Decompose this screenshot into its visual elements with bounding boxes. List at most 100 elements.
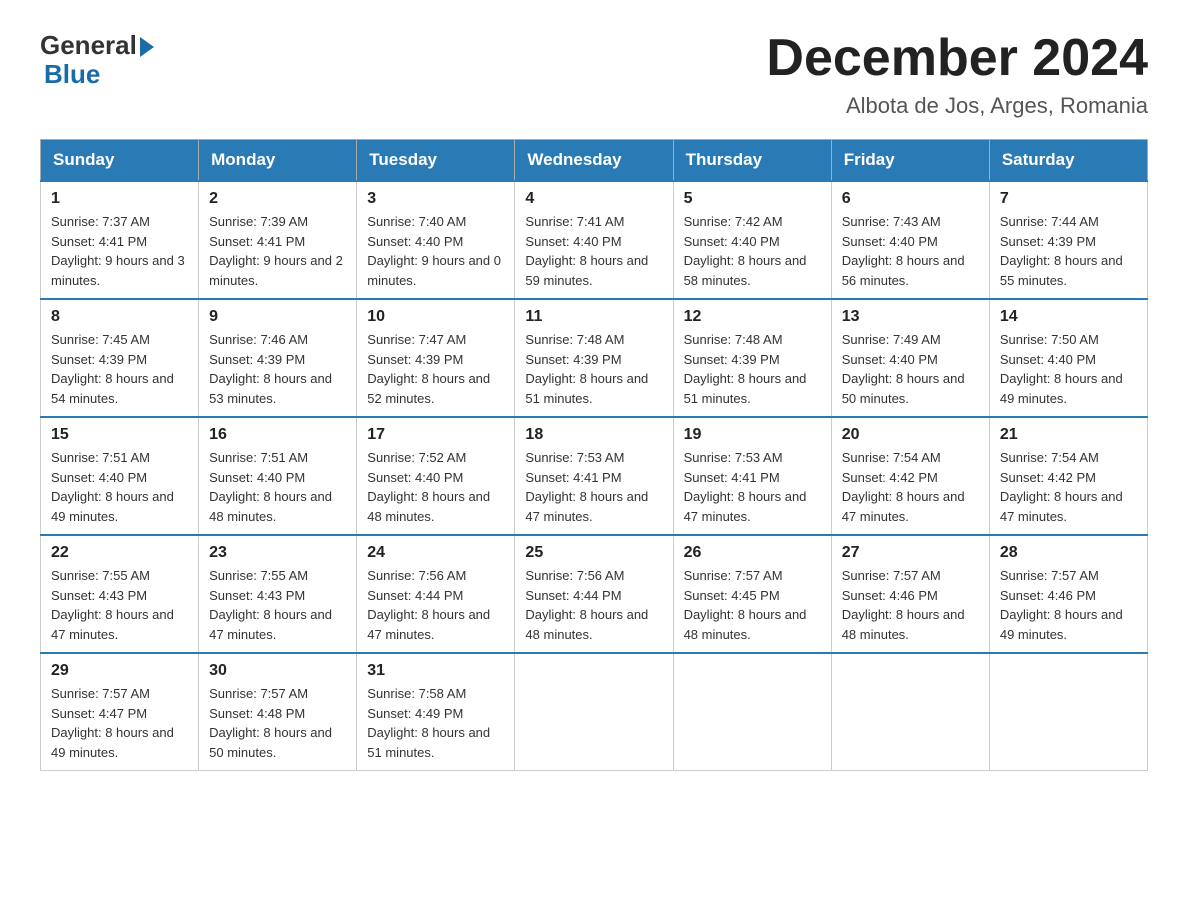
title-block: December 2024 Albota de Jos, Arges, Roma… — [766, 30, 1148, 119]
table-row: 8 Sunrise: 7:45 AM Sunset: 4:39 PM Dayli… — [41, 299, 199, 417]
logo-blue-text: Blue — [44, 59, 100, 90]
table-row: 10 Sunrise: 7:47 AM Sunset: 4:39 PM Dayl… — [357, 299, 515, 417]
day-number: 28 — [1000, 544, 1137, 562]
table-row — [831, 653, 989, 771]
table-row: 5 Sunrise: 7:42 AM Sunset: 4:40 PM Dayli… — [673, 181, 831, 299]
calendar-table: Sunday Monday Tuesday Wednesday Thursday… — [40, 139, 1148, 771]
day-number: 10 — [367, 308, 504, 326]
col-thursday: Thursday — [673, 140, 831, 182]
day-info: Sunrise: 7:45 AM Sunset: 4:39 PM Dayligh… — [51, 330, 188, 408]
day-number: 16 — [209, 426, 346, 444]
col-monday: Monday — [199, 140, 357, 182]
day-number: 25 — [525, 544, 662, 562]
day-info: Sunrise: 7:51 AM Sunset: 4:40 PM Dayligh… — [51, 448, 188, 526]
day-info: Sunrise: 7:57 AM Sunset: 4:46 PM Dayligh… — [1000, 566, 1137, 644]
day-number: 4 — [525, 190, 662, 208]
table-row — [673, 653, 831, 771]
day-number: 26 — [684, 544, 821, 562]
day-info: Sunrise: 7:53 AM Sunset: 4:41 PM Dayligh… — [684, 448, 821, 526]
table-row: 1 Sunrise: 7:37 AM Sunset: 4:41 PM Dayli… — [41, 181, 199, 299]
day-number: 8 — [51, 308, 188, 326]
day-number: 29 — [51, 662, 188, 680]
table-row — [515, 653, 673, 771]
page-header: General Blue December 2024 Albota de Jos… — [40, 30, 1148, 119]
day-info: Sunrise: 7:42 AM Sunset: 4:40 PM Dayligh… — [684, 212, 821, 290]
calendar-week-row: 1 Sunrise: 7:37 AM Sunset: 4:41 PM Dayli… — [41, 181, 1148, 299]
table-row: 13 Sunrise: 7:49 AM Sunset: 4:40 PM Dayl… — [831, 299, 989, 417]
day-info: Sunrise: 7:58 AM Sunset: 4:49 PM Dayligh… — [367, 684, 504, 762]
day-number: 22 — [51, 544, 188, 562]
day-number: 9 — [209, 308, 346, 326]
logo: General Blue — [40, 30, 154, 90]
table-row: 24 Sunrise: 7:56 AM Sunset: 4:44 PM Dayl… — [357, 535, 515, 653]
day-info: Sunrise: 7:51 AM Sunset: 4:40 PM Dayligh… — [209, 448, 346, 526]
day-number: 21 — [1000, 426, 1137, 444]
day-number: 31 — [367, 662, 504, 680]
col-friday: Friday — [831, 140, 989, 182]
table-row: 31 Sunrise: 7:58 AM Sunset: 4:49 PM Dayl… — [357, 653, 515, 771]
table-row: 7 Sunrise: 7:44 AM Sunset: 4:39 PM Dayli… — [989, 181, 1147, 299]
day-number: 23 — [209, 544, 346, 562]
day-number: 1 — [51, 190, 188, 208]
col-saturday: Saturday — [989, 140, 1147, 182]
table-row: 26 Sunrise: 7:57 AM Sunset: 4:45 PM Dayl… — [673, 535, 831, 653]
day-number: 12 — [684, 308, 821, 326]
day-info: Sunrise: 7:55 AM Sunset: 4:43 PM Dayligh… — [209, 566, 346, 644]
table-row: 16 Sunrise: 7:51 AM Sunset: 4:40 PM Dayl… — [199, 417, 357, 535]
day-number: 20 — [842, 426, 979, 444]
table-row: 18 Sunrise: 7:53 AM Sunset: 4:41 PM Dayl… — [515, 417, 673, 535]
day-info: Sunrise: 7:57 AM Sunset: 4:48 PM Dayligh… — [209, 684, 346, 762]
calendar-week-row: 8 Sunrise: 7:45 AM Sunset: 4:39 PM Dayli… — [41, 299, 1148, 417]
day-info: Sunrise: 7:39 AM Sunset: 4:41 PM Dayligh… — [209, 212, 346, 290]
day-info: Sunrise: 7:46 AM Sunset: 4:39 PM Dayligh… — [209, 330, 346, 408]
day-number: 3 — [367, 190, 504, 208]
day-info: Sunrise: 7:43 AM Sunset: 4:40 PM Dayligh… — [842, 212, 979, 290]
day-number: 11 — [525, 308, 662, 326]
day-number: 19 — [684, 426, 821, 444]
table-row: 19 Sunrise: 7:53 AM Sunset: 4:41 PM Dayl… — [673, 417, 831, 535]
logo-arrow-icon — [140, 37, 154, 57]
location-text: Albota de Jos, Arges, Romania — [766, 93, 1148, 119]
day-info: Sunrise: 7:48 AM Sunset: 4:39 PM Dayligh… — [525, 330, 662, 408]
day-info: Sunrise: 7:56 AM Sunset: 4:44 PM Dayligh… — [367, 566, 504, 644]
table-row: 29 Sunrise: 7:57 AM Sunset: 4:47 PM Dayl… — [41, 653, 199, 771]
table-row — [989, 653, 1147, 771]
day-info: Sunrise: 7:57 AM Sunset: 4:45 PM Dayligh… — [684, 566, 821, 644]
day-number: 6 — [842, 190, 979, 208]
table-row: 3 Sunrise: 7:40 AM Sunset: 4:40 PM Dayli… — [357, 181, 515, 299]
col-tuesday: Tuesday — [357, 140, 515, 182]
day-number: 13 — [842, 308, 979, 326]
table-row: 20 Sunrise: 7:54 AM Sunset: 4:42 PM Dayl… — [831, 417, 989, 535]
table-row: 17 Sunrise: 7:52 AM Sunset: 4:40 PM Dayl… — [357, 417, 515, 535]
day-number: 14 — [1000, 308, 1137, 326]
day-info: Sunrise: 7:57 AM Sunset: 4:47 PM Dayligh… — [51, 684, 188, 762]
day-info: Sunrise: 7:54 AM Sunset: 4:42 PM Dayligh… — [1000, 448, 1137, 526]
day-info: Sunrise: 7:49 AM Sunset: 4:40 PM Dayligh… — [842, 330, 979, 408]
day-number: 27 — [842, 544, 979, 562]
day-info: Sunrise: 7:48 AM Sunset: 4:39 PM Dayligh… — [684, 330, 821, 408]
day-info: Sunrise: 7:53 AM Sunset: 4:41 PM Dayligh… — [525, 448, 662, 526]
day-info: Sunrise: 7:50 AM Sunset: 4:40 PM Dayligh… — [1000, 330, 1137, 408]
calendar-week-row: 15 Sunrise: 7:51 AM Sunset: 4:40 PM Dayl… — [41, 417, 1148, 535]
table-row: 22 Sunrise: 7:55 AM Sunset: 4:43 PM Dayl… — [41, 535, 199, 653]
day-info: Sunrise: 7:41 AM Sunset: 4:40 PM Dayligh… — [525, 212, 662, 290]
day-number: 5 — [684, 190, 821, 208]
day-info: Sunrise: 7:47 AM Sunset: 4:39 PM Dayligh… — [367, 330, 504, 408]
day-info: Sunrise: 7:52 AM Sunset: 4:40 PM Dayligh… — [367, 448, 504, 526]
day-number: 18 — [525, 426, 662, 444]
table-row: 30 Sunrise: 7:57 AM Sunset: 4:48 PM Dayl… — [199, 653, 357, 771]
day-number: 17 — [367, 426, 504, 444]
day-info: Sunrise: 7:57 AM Sunset: 4:46 PM Dayligh… — [842, 566, 979, 644]
table-row: 6 Sunrise: 7:43 AM Sunset: 4:40 PM Dayli… — [831, 181, 989, 299]
calendar-week-row: 22 Sunrise: 7:55 AM Sunset: 4:43 PM Dayl… — [41, 535, 1148, 653]
day-number: 24 — [367, 544, 504, 562]
table-row: 21 Sunrise: 7:54 AM Sunset: 4:42 PM Dayl… — [989, 417, 1147, 535]
table-row: 15 Sunrise: 7:51 AM Sunset: 4:40 PM Dayl… — [41, 417, 199, 535]
day-info: Sunrise: 7:55 AM Sunset: 4:43 PM Dayligh… — [51, 566, 188, 644]
day-number: 7 — [1000, 190, 1137, 208]
day-number: 30 — [209, 662, 346, 680]
table-row: 9 Sunrise: 7:46 AM Sunset: 4:39 PM Dayli… — [199, 299, 357, 417]
table-row: 14 Sunrise: 7:50 AM Sunset: 4:40 PM Dayl… — [989, 299, 1147, 417]
day-number: 15 — [51, 426, 188, 444]
table-row: 11 Sunrise: 7:48 AM Sunset: 4:39 PM Dayl… — [515, 299, 673, 417]
